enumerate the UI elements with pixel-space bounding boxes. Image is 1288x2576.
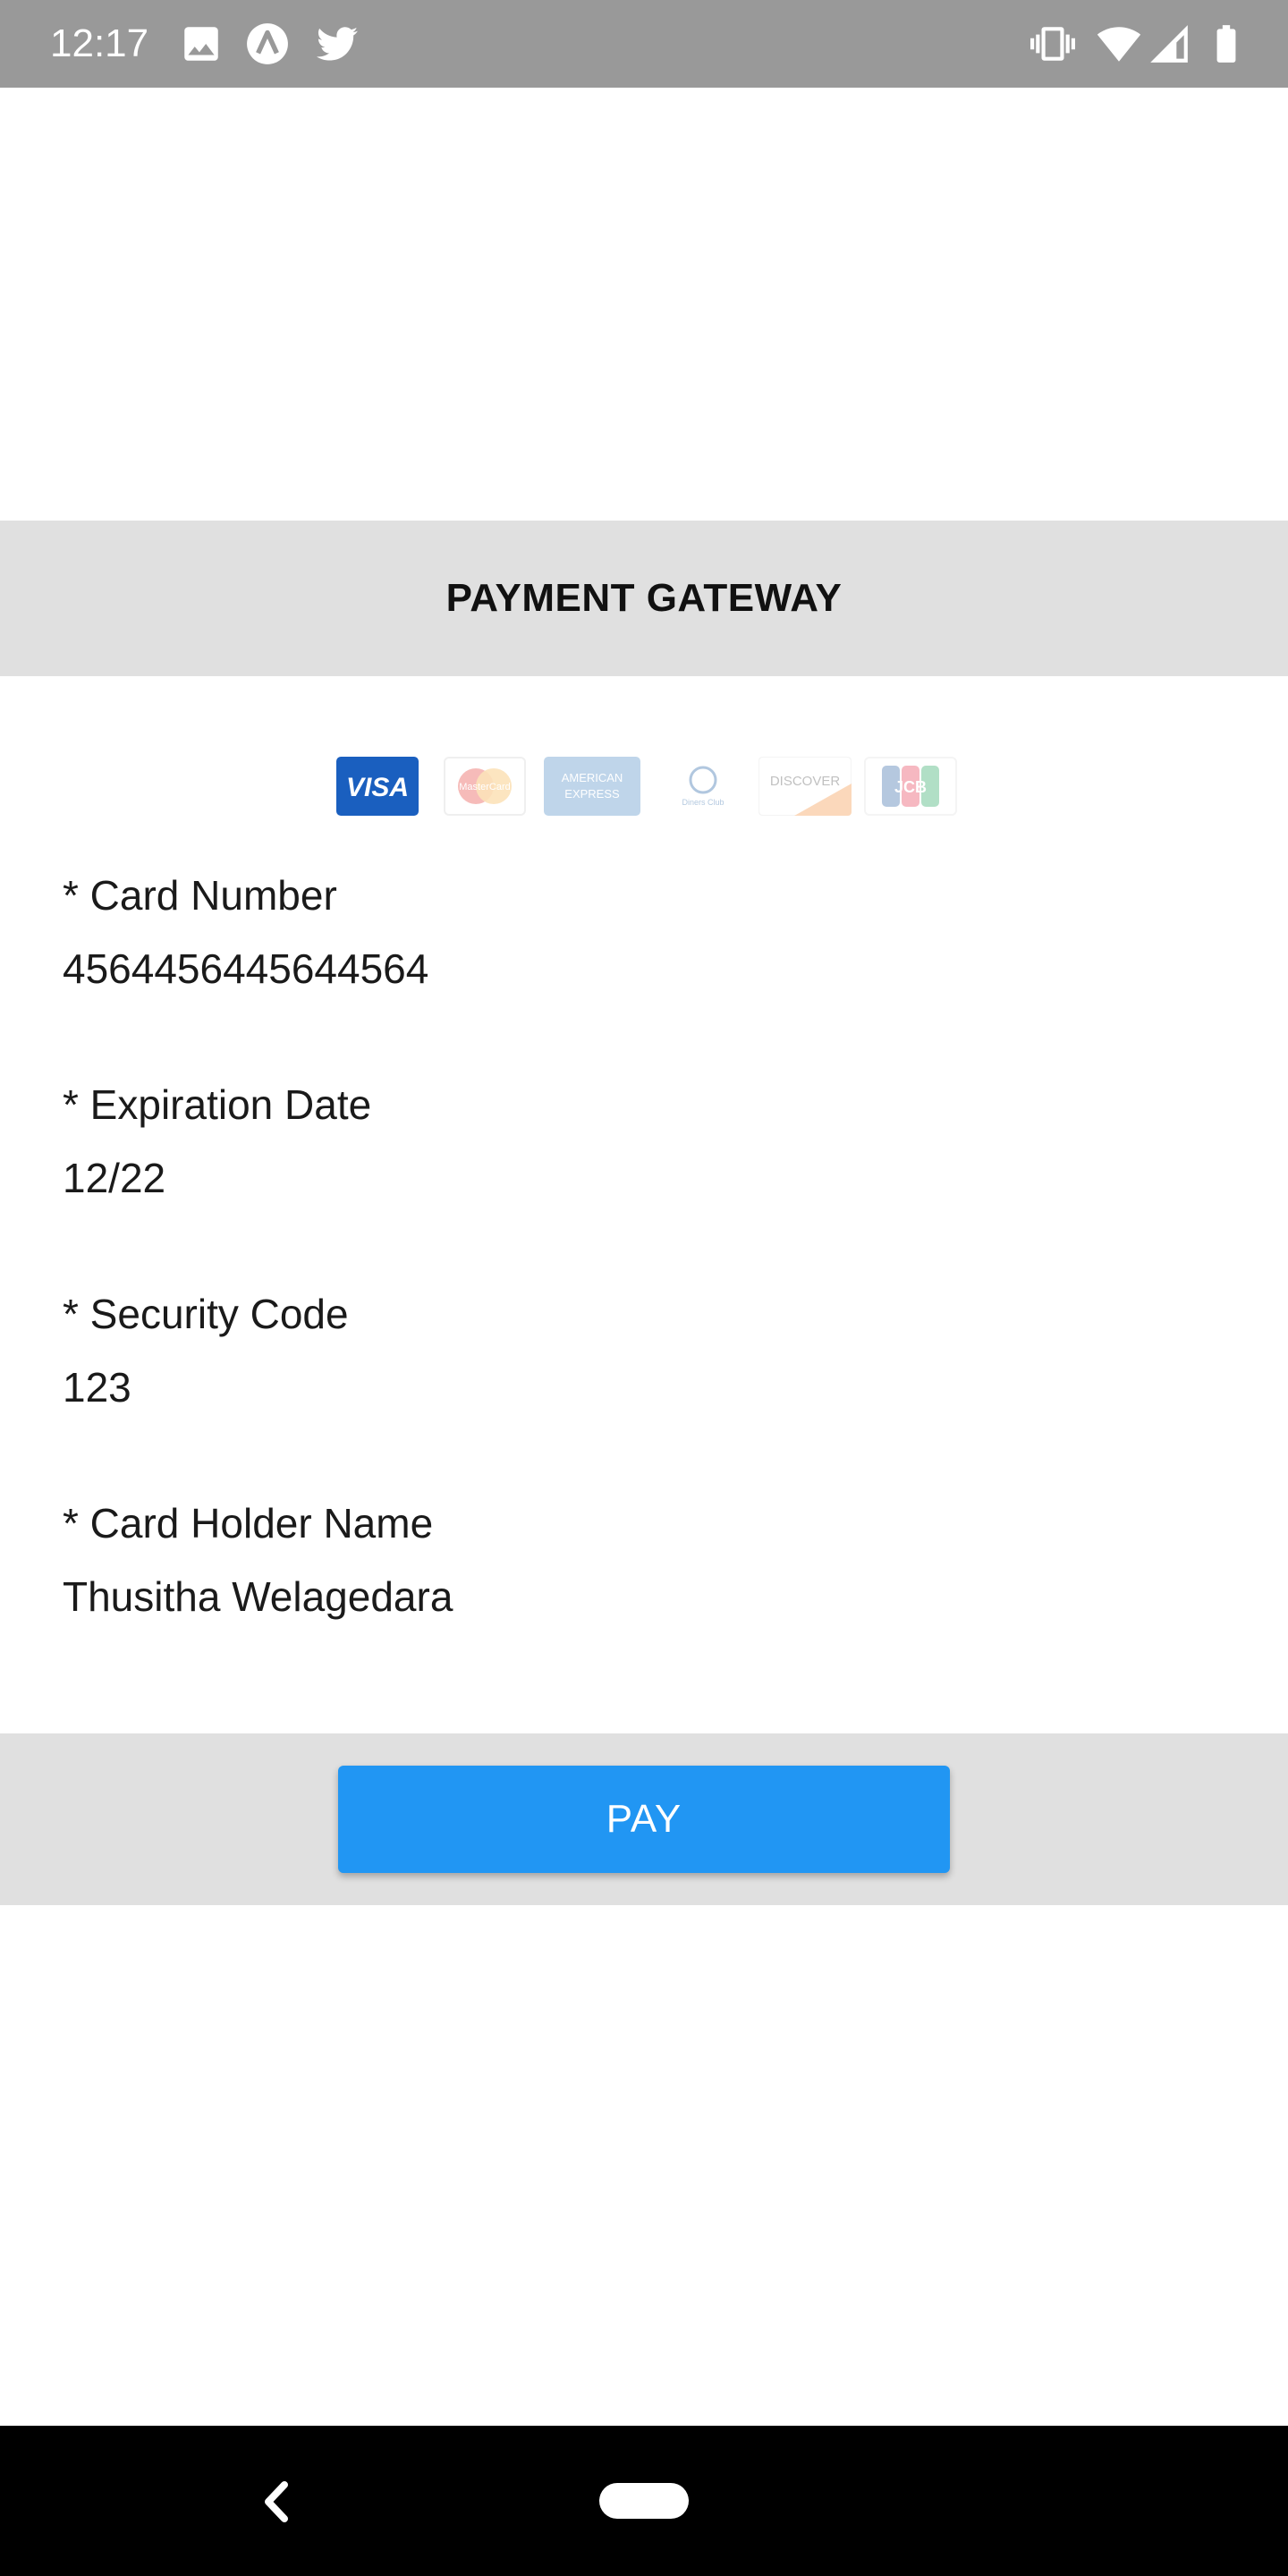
expiration-date-field[interactable]: * Expiration Date 12/22 <box>63 1080 1225 1203</box>
jcb-logo: JCB <box>864 757 957 816</box>
status-time: 12:17 <box>50 21 149 65</box>
card-holder-name-field[interactable]: * Card Holder Name Thusitha Welagedara <box>63 1498 1225 1622</box>
discover-logo: DISCOVER <box>758 757 852 816</box>
visa-logo: VISA <box>336 757 419 816</box>
mastercard-logo: MasterCard <box>444 757 526 816</box>
amex-logo: AMERICAN EXPRESS <box>544 757 640 816</box>
card-number-field[interactable]: * Card Number 4564456445644564 <box>63 870 1225 994</box>
image-icon <box>184 27 218 61</box>
security-code-field[interactable]: * Security Code 123 <box>63 1289 1225 1412</box>
header-bar: PAYMENT GATEWAY <box>0 521 1288 676</box>
card-number-input[interactable]: 4564456445644564 <box>63 944 1225 994</box>
card-holder-name-label: * Card Holder Name <box>63 1500 434 1546</box>
svg-text:AMERICAN: AMERICAN <box>562 771 623 784</box>
card-holder-name-input[interactable]: Thusitha Welagedara <box>63 1572 1225 1622</box>
svg-text:Diners Club: Diners Club <box>682 798 724 807</box>
signal-icon <box>1150 25 1188 63</box>
security-code-input[interactable]: 123 <box>63 1362 1225 1412</box>
home-pill-icon[interactable] <box>599 2483 689 2519</box>
page-title: PAYMENT GATEWAY <box>445 576 843 620</box>
battery-icon <box>1216 25 1236 63</box>
svg-text:VISA: VISA <box>346 773 409 802</box>
svg-text:DISCOVER: DISCOVER <box>770 774 841 789</box>
payment-screen: 12:17 PAYMENT GATEWAY VISA MasterCard AM… <box>0 0 1288 2576</box>
status-bar: 12:17 <box>0 0 1288 88</box>
twitter-icon <box>317 27 358 61</box>
security-code-label: * Security Code <box>63 1291 349 1337</box>
wifi-icon <box>1097 27 1141 62</box>
vibrate-icon <box>1030 27 1075 61</box>
accepted-cards: VISA MasterCard AMERICAN EXPRESS Diners … <box>336 757 959 818</box>
expiration-date-input[interactable]: 12/22 <box>63 1153 1225 1203</box>
card-number-label: * Card Number <box>63 872 337 919</box>
back-icon[interactable] <box>258 2478 297 2526</box>
app-a-icon <box>247 23 288 64</box>
diners-club-logo: Diners Club <box>662 757 744 816</box>
expiration-date-label: * Expiration Date <box>63 1081 372 1128</box>
pay-bar: PAY <box>0 1733 1288 1905</box>
svg-text:JCB: JCB <box>894 778 927 796</box>
svg-text:EXPRESS: EXPRESS <box>564 787 620 801</box>
svg-text:MasterCard: MasterCard <box>459 782 510 792</box>
navigation-bar <box>0 2426 1288 2576</box>
pay-button[interactable]: PAY <box>338 1766 950 1873</box>
